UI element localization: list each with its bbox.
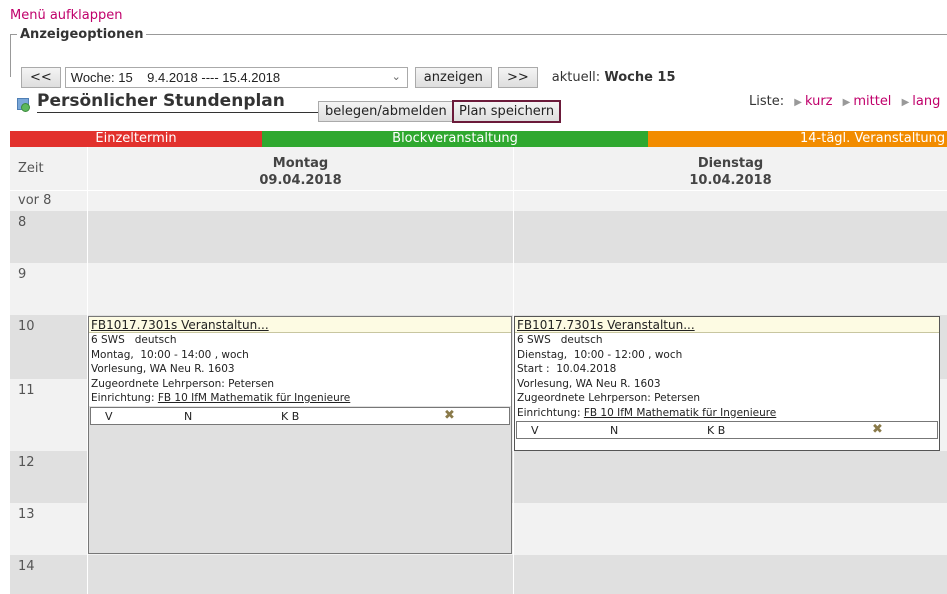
event-detail-line: Zugeordnete Lehrperson: Petersen — [91, 377, 275, 390]
institution-label: Einrichtung: — [91, 392, 158, 404]
page-title: Persönlicher Stundenplan — [37, 91, 337, 113]
time-slot[interactable] — [88, 191, 513, 211]
list-label: Liste: — [749, 94, 785, 109]
list-medium-link[interactable]: mittel — [853, 94, 891, 109]
event-detail-line: Start : 10.04.2018 — [517, 363, 617, 375]
event-type-legend: Einzeltermin Blockveranstaltung 14-tägl.… — [10, 131, 947, 147]
legend-single-event: Einzeltermin — [10, 131, 262, 147]
time-slot[interactable] — [88, 211, 513, 263]
arrow-right-icon: ▶ — [901, 97, 910, 108]
event-detail-line: Zugeordnete Lehrperson: Petersen — [517, 392, 701, 404]
day-header-tuesday: Dienstag 10.04.2018 — [514, 147, 947, 190]
time-label: 13 — [10, 503, 87, 555]
time-label: 12 — [10, 451, 87, 503]
current-week-label: aktuell: — [551, 69, 601, 85]
event-action-n[interactable]: N — [184, 410, 192, 423]
event-detail-line: Vorlesung, WA Neu R. 1603 — [517, 377, 661, 390]
time-column-header: Zeit — [10, 147, 87, 190]
current-week: aktuell: Woche 15 — [552, 70, 676, 85]
list-view-options: Liste: ▶ kurz ▶ mittel ▶ lang — [749, 94, 940, 109]
event-action-v[interactable]: V — [105, 410, 113, 423]
header-row: Zeit Montag 09.04.2018 Dienstag 10.04.20… — [10, 147, 947, 190]
display-options-legend: Anzeigeoptionen — [20, 27, 144, 42]
institution-label: Einrichtung: — [517, 406, 584, 419]
event-actions: V N K B ✖ — [90, 406, 510, 425]
event-card-monday: FB1017.7301s Veranstaltun... 6 SWS deuts… — [88, 316, 512, 554]
time-slot[interactable] — [514, 211, 947, 263]
arrow-right-icon: ▶ — [794, 97, 802, 108]
institution-link[interactable]: FB 10 IfM Mathematik für Ingenieure — [158, 392, 350, 404]
event-institution: Einrichtung: FB 10 IfM Mathematik für In… — [89, 391, 511, 406]
time-label: 10 — [10, 315, 87, 379]
week-select[interactable]: Woche: 15 9.4.2018 ---- 15.4.2018 ⌄ — [64, 66, 408, 88]
legend-biweekly-event: 14-tägl. Veranstaltung — [648, 131, 947, 147]
event-title-link[interactable]: FB1017.7301s Veranstaltun... — [515, 317, 939, 333]
event-details: 6 SWS deutsch Montag, 10:00 - 14:00 , wo… — [89, 333, 511, 406]
week-select-value: Woche: 15 9.4.2018 ---- 15.4.2018 — [70, 69, 281, 85]
display-options-fieldset: Anzeigeoptionen << Woche: 15 9.4.2018 --… — [10, 27, 947, 88]
time-row: 9 — [10, 263, 947, 315]
enroll-unenroll-button[interactable]: belegen/abmelden — [318, 101, 454, 122]
event-action-v[interactable]: V — [531, 424, 539, 437]
event-title-link[interactable]: FB1017.7301s Veranstaltun... — [89, 317, 511, 333]
time-slot[interactable] — [514, 555, 947, 594]
legend-block-event: Blockveranstaltung — [262, 131, 648, 147]
list-long-link[interactable]: lang — [912, 94, 940, 109]
day-date: 10.04.2018 — [689, 173, 772, 188]
current-week-value: Woche 15 — [604, 69, 676, 85]
next-week-button[interactable]: >> — [497, 66, 538, 88]
time-label: 11 — [10, 379, 87, 451]
day-name: Montag — [272, 156, 329, 171]
arrow-right-icon: ▶ — [842, 97, 851, 108]
week-navigation: << Woche: 15 9.4.2018 ---- 15.4.2018 ⌄ a… — [21, 66, 676, 88]
show-button[interactable]: anzeigen — [414, 66, 492, 88]
menu-toggle-link[interactable]: Menü aufklappen — [10, 8, 122, 23]
event-action-n[interactable]: N — [610, 424, 618, 437]
time-label: vor 8 — [10, 191, 87, 211]
chevron-down-icon: ⌄ — [391, 70, 401, 83]
time-label: 14 — [10, 555, 87, 594]
list-short-link[interactable]: kurz — [805, 94, 833, 109]
timetable-grid: Zeit Montag 09.04.2018 Dienstag 10.04.20… — [10, 147, 947, 594]
remove-icon[interactable]: ✖ — [872, 422, 883, 437]
event-actions: V N K B ✖ — [516, 421, 938, 439]
day-date: 09.04.2018 — [259, 173, 342, 188]
save-plan-button[interactable]: Plan speichern — [452, 100, 562, 123]
calendar-icon — [17, 97, 31, 112]
time-label: 9 — [10, 263, 87, 315]
time-row: vor 8 — [10, 191, 947, 211]
time-slot[interactable] — [514, 451, 947, 503]
prev-week-button[interactable]: << — [21, 66, 61, 88]
time-slot[interactable] — [88, 555, 513, 594]
time-label: 8 — [10, 211, 87, 263]
day-name: Dienstag — [697, 156, 764, 171]
event-detail-line: Montag, 10:00 - 14:00 , woch — [91, 348, 249, 361]
time-slot[interactable] — [88, 263, 513, 315]
event-action-kb[interactable]: K B — [707, 424, 725, 437]
time-slot[interactable] — [514, 191, 947, 211]
event-details: 6 SWS deutsch Dienstag, 10:00 - 12:00 , … — [515, 333, 939, 420]
time-row: 14 — [10, 555, 947, 594]
institution-link[interactable]: FB 10 IfM Mathematik für Ingenieure — [584, 407, 776, 419]
event-card-tuesday: FB1017.7301s Veranstaltun... 6 SWS deuts… — [514, 316, 940, 451]
event-detail-line: 6 SWS deutsch — [91, 334, 177, 346]
event-action-kb[interactable]: K B — [281, 410, 299, 423]
remove-icon[interactable]: ✖ — [444, 408, 455, 423]
time-slot[interactable] — [514, 263, 947, 315]
event-detail-line: 6 SWS deutsch — [517, 334, 603, 346]
event-detail-line: Vorlesung, WA Neu R. 1603 — [91, 363, 235, 375]
time-row: 8 — [10, 211, 947, 263]
event-detail-line: Dienstag, 10:00 - 12:00 , woch — [517, 348, 683, 361]
day-header-monday: Montag 09.04.2018 — [88, 147, 513, 190]
time-slot[interactable] — [514, 503, 947, 555]
event-institution: Einrichtung: FB 10 IfM Mathematik für In… — [515, 406, 939, 421]
plan-header: Persönlicher Stundenplan — [17, 91, 337, 113]
